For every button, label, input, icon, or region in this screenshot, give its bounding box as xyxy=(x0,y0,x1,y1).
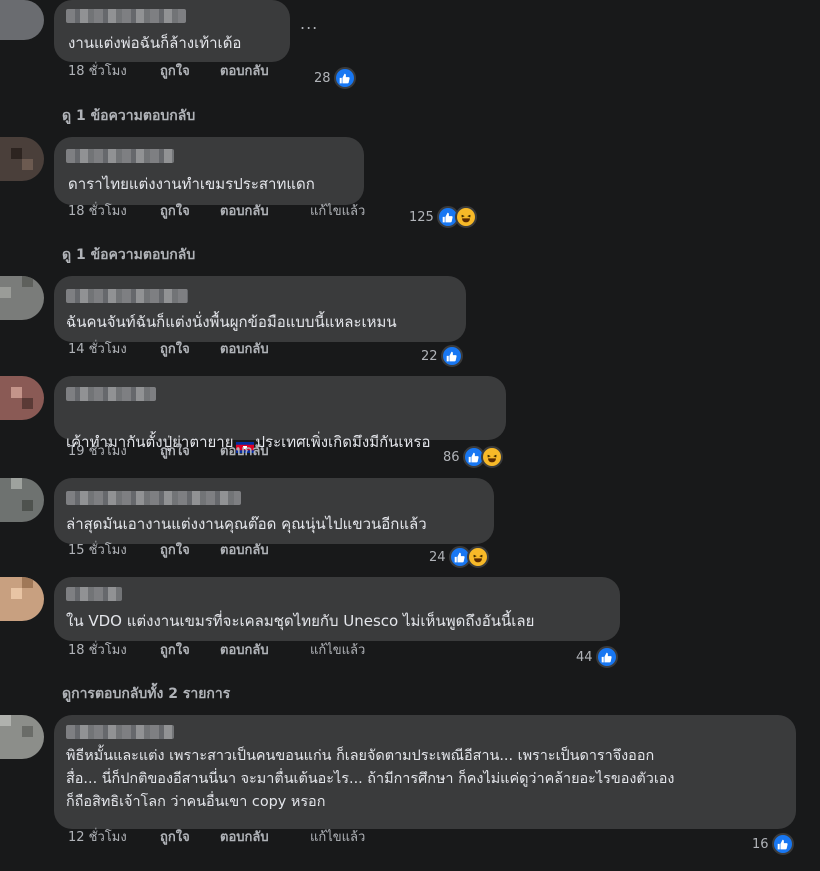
like-action[interactable]: ถูกใจ xyxy=(160,200,190,221)
reply-action[interactable]: ตอบกลับ xyxy=(220,440,269,461)
blurred-commenter-name[interactable] xyxy=(66,149,174,163)
reply-action[interactable]: ตอบกลับ xyxy=(220,826,269,847)
reply-action[interactable]: ตอบกลับ xyxy=(220,200,269,221)
like-reaction-icon xyxy=(595,646,618,668)
view-replies-link[interactable]: ดู 1 ข้อความตอบกลับ xyxy=(62,244,195,266)
reaction-summary[interactable]: 125 xyxy=(409,206,477,228)
comment-bubble: งานแต่งพ่อฉันก็ล้างเท้าเด้อ xyxy=(54,0,290,62)
view-replies-link[interactable]: ดูการตอบกลับทั้ง 2 รายการ xyxy=(62,683,230,705)
comment-text: พิธีหมั้นและแต่ง เพราะสาวเป็นคนขอนแก่น ก… xyxy=(66,748,675,810)
reaction-summary[interactable]: 16 xyxy=(752,833,794,855)
commenter-avatar[interactable] xyxy=(0,715,44,759)
comment-time[interactable]: 18 ชั่วโมง xyxy=(68,639,127,660)
reply-action[interactable]: ตอบกลับ xyxy=(220,338,269,359)
comment-bubble: เค้าทำมากันตั้งปู่ย่าตายาย ประเทศเพิ่งเกิ… xyxy=(54,376,506,453)
comment-text: ล่าสุดมันเอางานแต่งงานคุณต๊อด คุณนุ่นไปแ… xyxy=(66,515,427,533)
reaction-count: 16 xyxy=(752,836,769,852)
comment-time[interactable]: 18 ชั่วโมง xyxy=(68,200,127,221)
commenter-avatar[interactable] xyxy=(0,0,44,40)
edited-label: แก้ไขแล้ว xyxy=(310,203,366,219)
comment-text: ใน VDO แต่งงานเขมรที่จะเคลมชุดไทยกับ Une… xyxy=(66,612,535,630)
reaction-summary[interactable]: 86 xyxy=(443,446,503,468)
blurred-commenter-name[interactable] xyxy=(66,725,174,739)
commenter-avatar[interactable] xyxy=(0,478,44,522)
reaction-count: 125 xyxy=(409,209,434,225)
like-reaction-icon xyxy=(771,833,794,855)
view-replies-link[interactable]: ดู 1 ข้อความตอบกลับ xyxy=(62,105,195,127)
haha-reaction-icon xyxy=(480,446,503,468)
more-options-icon[interactable]: ... xyxy=(300,14,318,33)
reply-action[interactable]: ตอบกลับ xyxy=(220,539,269,560)
reaction-count: 44 xyxy=(576,649,593,665)
comment-time[interactable]: 19 ชั่วโมง xyxy=(68,440,127,461)
reaction-count: 24 xyxy=(429,549,446,565)
reaction-count: 28 xyxy=(314,70,331,86)
comment-bubble: ดาราไทยแต่งงานทำเขมรประสาทแดก xyxy=(54,137,364,205)
comment-text: ฉันคนจันท์ฉันก็แต่งนั่งพื้นผูกข้อมือแบบน… xyxy=(66,313,397,331)
like-action[interactable]: ถูกใจ xyxy=(160,440,190,461)
haha-reaction-icon xyxy=(454,206,477,228)
blurred-commenter-name[interactable] xyxy=(66,387,156,401)
comment-time[interactable]: 18 ชั่วโมง xyxy=(68,60,127,81)
commenter-avatar[interactable] xyxy=(0,137,44,181)
reply-action[interactable]: ตอบกลับ xyxy=(220,60,269,81)
reaction-count: 22 xyxy=(421,348,438,364)
blurred-commenter-name[interactable] xyxy=(66,587,122,601)
comment-text: งานแต่งพ่อฉันก็ล้างเท้าเด้อ xyxy=(68,34,242,52)
reaction-summary[interactable]: 28 xyxy=(314,67,356,89)
commenter-avatar[interactable] xyxy=(0,577,44,621)
edited-label: แก้ไขแล้ว xyxy=(310,829,366,845)
comment-text: ดาราไทยแต่งงานทำเขมรประสาทแดก xyxy=(68,175,315,193)
comment-time[interactable]: 14 ชั่วโมง xyxy=(68,338,127,359)
like-action[interactable]: ถูกใจ xyxy=(160,60,190,81)
reaction-summary[interactable]: 22 xyxy=(421,345,463,367)
comment-bubble: ล่าสุดมันเอางานแต่งงานคุณต๊อด คุณนุ่นไปแ… xyxy=(54,478,494,544)
like-reaction-icon xyxy=(440,345,463,367)
like-action[interactable]: ถูกใจ xyxy=(160,539,190,560)
reaction-summary[interactable]: 44 xyxy=(576,646,618,668)
like-action[interactable]: ถูกใจ xyxy=(160,338,190,359)
comment-bubble: พิธีหมั้นและแต่ง เพราะสาวเป็นคนขอนแก่น ก… xyxy=(54,715,796,829)
reply-action[interactable]: ตอบกลับ xyxy=(220,639,269,660)
comment-time[interactable]: 15 ชั่วโมง xyxy=(68,539,127,560)
blurred-commenter-name[interactable] xyxy=(66,491,241,505)
commenter-avatar[interactable] xyxy=(0,276,44,320)
like-action[interactable]: ถูกใจ xyxy=(160,639,190,660)
comment-time[interactable]: 12 ชั่วโมง xyxy=(68,826,127,847)
reaction-count: 86 xyxy=(443,449,460,465)
comment-bubble: ฉันคนจันท์ฉันก็แต่งนั่งพื้นผูกข้อมือแบบน… xyxy=(54,276,466,342)
reaction-summary[interactable]: 24 xyxy=(429,546,489,568)
like-action[interactable]: ถูกใจ xyxy=(160,826,190,847)
like-reaction-icon xyxy=(333,67,356,89)
haha-reaction-icon xyxy=(466,546,489,568)
comment-bubble: ใน VDO แต่งงานเขมรที่จะเคลมชุดไทยกับ Une… xyxy=(54,577,620,641)
commenter-avatar[interactable] xyxy=(0,376,44,420)
blurred-commenter-name[interactable] xyxy=(66,289,188,303)
blurred-commenter-name[interactable] xyxy=(66,9,186,23)
edited-label: แก้ไขแล้ว xyxy=(310,642,366,658)
